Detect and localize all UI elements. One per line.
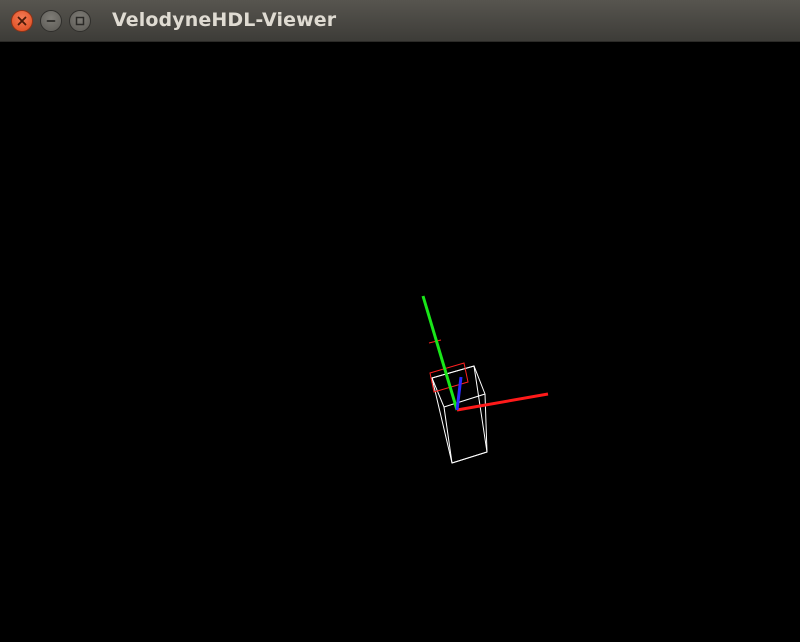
3d-viewport[interactable] bbox=[0, 42, 800, 642]
maximize-icon bbox=[75, 16, 85, 26]
box-edge bbox=[451, 451, 488, 464]
close-icon bbox=[17, 16, 27, 26]
minimize-icon bbox=[46, 20, 56, 22]
title-bar[interactable]: VelodyneHDL-Viewer bbox=[0, 0, 800, 42]
z-axis-line bbox=[455, 376, 463, 411]
axes-gizmo bbox=[421, 295, 549, 412]
x-axis-line bbox=[456, 392, 549, 412]
minimize-button[interactable] bbox=[40, 10, 62, 32]
app-window: VelodyneHDL-Viewer bbox=[0, 0, 800, 642]
maximize-button[interactable] bbox=[69, 10, 91, 32]
close-button[interactable] bbox=[11, 10, 33, 32]
scene-canvas[interactable] bbox=[0, 42, 800, 642]
y-axis-line bbox=[421, 295, 459, 411]
window-title: VelodyneHDL-Viewer bbox=[112, 9, 337, 31]
